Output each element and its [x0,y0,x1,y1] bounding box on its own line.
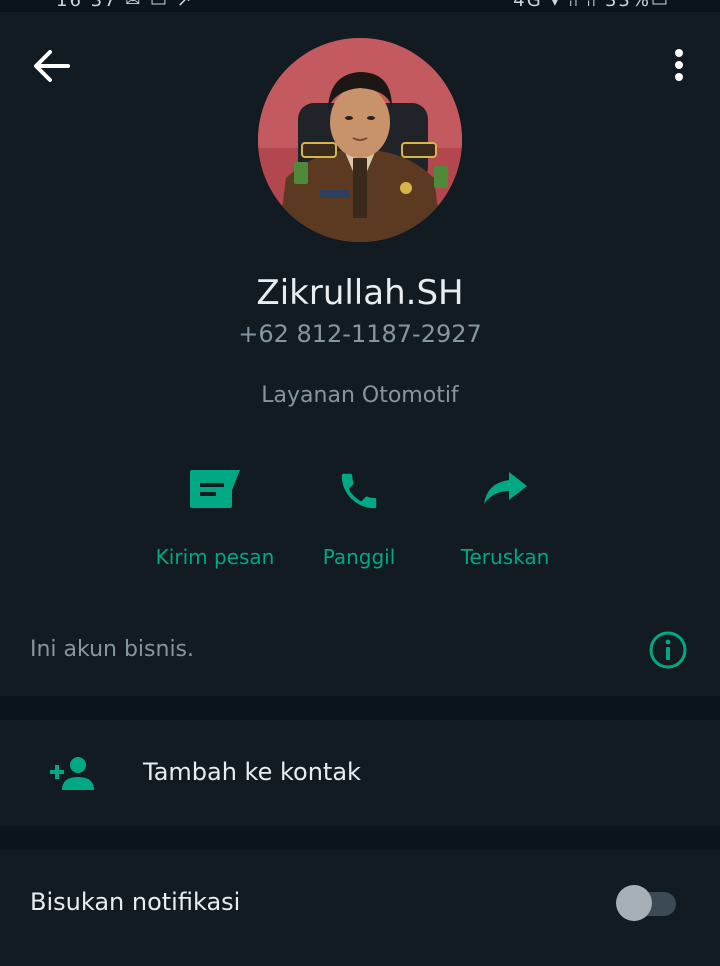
section-divider [0,826,720,850]
business-category: Layanan Otomotif [261,383,459,408]
add-to-contacts-row[interactable]: Tambah ke kontak [0,720,720,826]
mute-notifications-row: Bisukan notifikasi [0,850,720,966]
status-bar: 16 37 ✉ ▭ ↗ 4G ▾ ᵢₗ ᵢₗ 33%▭ [0,0,720,12]
mute-notifications-label: Bisukan notifikasi [30,888,241,916]
status-bar-left: 16 37 ✉ ▭ ↗ [56,0,194,11]
more-options-icon[interactable] [664,46,694,86]
add-to-contacts-label: Tambah ke kontak [143,758,361,786]
toggle-knob [616,885,652,921]
business-account-text: Ini akun bisnis. [30,637,195,662]
call-label: Panggil [322,545,396,569]
section-divider [0,696,720,720]
forward-button[interactable]: Teruskan [430,460,580,580]
business-account-row: Ini akun bisnis. [0,610,720,696]
profile-photo[interactable] [258,38,462,242]
back-arrow-icon[interactable] [30,46,74,86]
forward-icon [481,468,529,512]
status-bar-right: 4G ▾ ᵢₗ ᵢₗ 33%▭ [513,0,670,11]
contact-name: Zikrullah.SH [256,273,464,313]
contact-phone: +62 812-1187-2927 [238,320,482,348]
message-icon [188,468,242,514]
message-button[interactable]: Kirim pesan [140,460,290,580]
mute-toggle[interactable] [616,884,678,922]
call-button[interactable]: Panggil [284,460,434,580]
message-label: Kirim pesan [155,545,275,569]
forward-label: Teruskan [460,545,550,569]
info-icon[interactable] [648,630,688,670]
phone-icon [336,468,382,518]
add-person-icon [50,756,96,792]
